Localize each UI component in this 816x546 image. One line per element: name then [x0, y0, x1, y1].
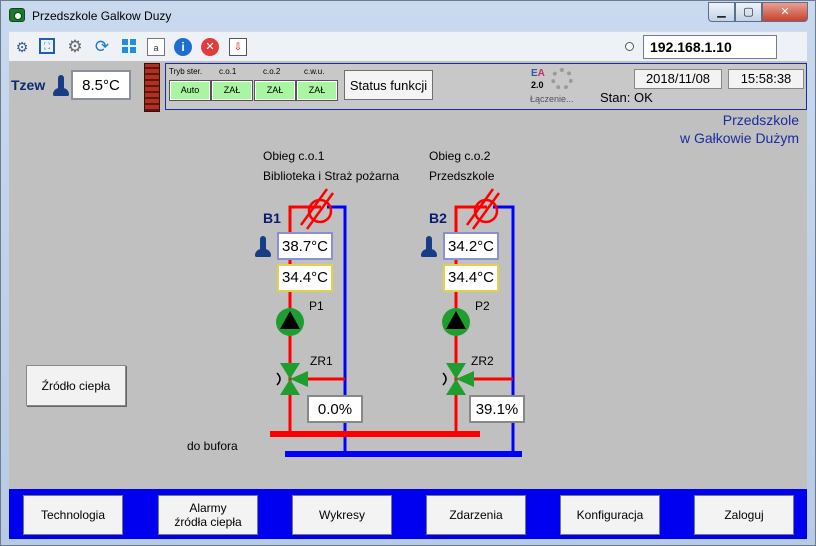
refresh-icon[interactable]: ⟳: [93, 38, 111, 56]
ip-address-input[interactable]: [643, 35, 777, 59]
nav-configuration-button[interactable]: Konfiguracja: [560, 495, 660, 535]
fullscreen-icon[interactable]: ⛶: [39, 38, 55, 54]
circuit-1-valve: [276, 363, 308, 395]
info-icon[interactable]: i: [174, 38, 192, 56]
maximize-button[interactable]: ▢: [735, 2, 762, 22]
nav-alarms-button[interactable]: Alarmy źródła ciepła: [158, 495, 258, 535]
circuit-1-name: Obieg c.o.1: [263, 149, 325, 163]
circuit-2-valve: [442, 363, 474, 395]
ip-radio[interactable]: [625, 42, 634, 51]
valve-zr1-label: ZR1: [310, 354, 333, 368]
c1-supply-temp: 38.7°C: [277, 232, 333, 260]
app-eye-icon: [9, 8, 25, 22]
nav-events-button[interactable]: Zdarzenia: [426, 495, 526, 535]
circuit-1-location: Biblioteka i Straż pożarna: [263, 169, 400, 183]
circuit-2-name: Obieg c.o.2: [429, 149, 491, 163]
return-header-pipe: [285, 451, 522, 457]
export-icon[interactable]: ⇩: [229, 38, 247, 56]
supply-header-pipe: [270, 431, 480, 437]
circuit-2-location: Przedszkole: [429, 169, 495, 183]
title-bar[interactable]: Przedszkole Galkow Duzy ▁ ▢ ✕: [1, 1, 815, 31]
toolbar: ⚙ ⛶ ⚙ ⟳ a i ✕ ⇩: [9, 31, 807, 61]
close-button[interactable]: ✕: [762, 2, 808, 22]
circuit-2-meter: [465, 188, 501, 230]
pump-p2-label: P2: [475, 299, 490, 313]
pump-p1-label: P1: [309, 299, 324, 313]
c1-valve-percent: 0.0%: [307, 395, 363, 423]
c2-valve-actuator: [442, 372, 447, 386]
stop-icon[interactable]: ✕: [201, 38, 219, 56]
c1-thermometer-icon: [255, 236, 271, 258]
c2-thermometer-icon: [421, 236, 437, 258]
boiler-b1-label: B1: [263, 210, 281, 226]
valve-zr2-label: ZR2: [471, 354, 494, 368]
circuit-1-meter: [299, 188, 335, 230]
document-icon[interactable]: a: [147, 38, 165, 56]
window-title: Przedszkole Galkow Duzy: [32, 9, 172, 23]
hydraulic-diagram: [270, 188, 522, 457]
c2-supply-temp: 34.2°C: [443, 232, 499, 260]
c1-valve-actuator: [276, 372, 281, 386]
c2-set-temp[interactable]: 34.4°C: [443, 264, 499, 292]
c2-valve-percent: 39.1%: [469, 395, 525, 423]
app-window: Przedszkole Galkow Duzy ▁ ▢ ✕ ⚙ ⛶ ⚙ ⟳ a …: [0, 0, 816, 546]
network-icon[interactable]: ⚙: [13, 38, 31, 56]
c1-set-temp[interactable]: 34.4°C: [277, 264, 333, 292]
nav-charts-button[interactable]: Wykresy: [292, 495, 392, 535]
scada-canvas: Tzew 8.5°C Tryb ster. c.o.1 c.o.2 c.w.u.…: [9, 61, 807, 539]
nav-login-button[interactable]: Zaloguj: [694, 495, 794, 535]
minimize-button[interactable]: ▁: [708, 2, 735, 22]
settings-gear-icon[interactable]: ⚙: [66, 38, 84, 56]
buffer-label: do bufora: [187, 439, 238, 453]
boiler-b2-label: B2: [429, 210, 447, 226]
windows-icon[interactable]: [120, 38, 138, 56]
navigation-bar: Technologia Alarmy źródła ciepła Wykresy…: [9, 489, 807, 539]
nav-technology-button[interactable]: Technologia: [23, 495, 123, 535]
